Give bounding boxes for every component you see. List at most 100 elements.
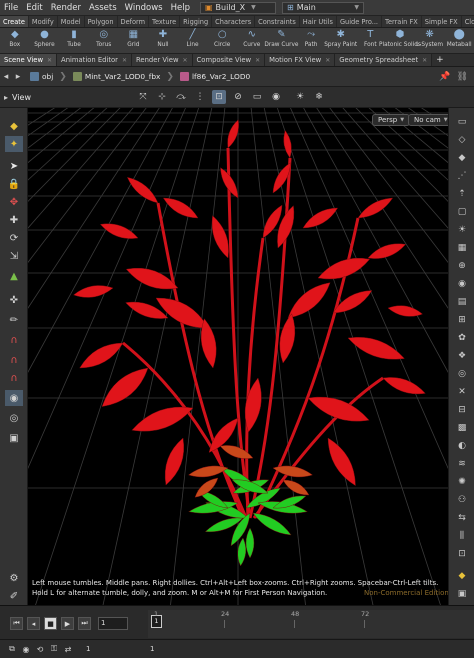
back-arrow-icon[interactable]: ◂: [0, 72, 12, 82]
bookmark-icon[interactable]: ▣: [453, 586, 471, 601]
shelf-tab[interactable]: Deform: [118, 16, 150, 27]
range-start-field[interactable]: 1: [86, 643, 90, 655]
path-crumb-node1[interactable]: Mint_Var2_LOD0_fbx: [67, 70, 167, 84]
shelf-tab[interactable]: Polygon: [85, 16, 118, 27]
guide-icon[interactable]: ⊕: [453, 258, 471, 273]
snap-grid-icon[interactable]: ⊹: [155, 90, 169, 104]
points-icon[interactable]: ⋰: [453, 168, 471, 183]
snap-multi-icon[interactable]: ⊡: [212, 90, 226, 104]
light-icon[interactable]: ☀: [453, 222, 471, 237]
range-end-field[interactable]: 1: [150, 643, 154, 655]
flipbook-icon[interactable]: ▣: [5, 430, 23, 446]
wireframe-icon[interactable]: ◇: [453, 132, 471, 147]
xray-icon[interactable]: ✕: [453, 384, 471, 399]
shadow-icon[interactable]: ◐: [453, 438, 471, 453]
template-icon[interactable]: ✿: [453, 330, 471, 345]
shelf-tool-tube[interactable]: ▮ Tube: [59, 28, 89, 53]
path-crumb-node2[interactable]: lf86_Var2_LOD0: [174, 70, 256, 84]
select-mode-icon[interactable]: ◆: [5, 118, 23, 134]
flip-icon[interactable]: ⇆: [453, 510, 471, 525]
close-icon[interactable]: ✕: [183, 57, 188, 64]
shelf-tab[interactable]: Terrain FX: [382, 16, 422, 27]
menu-edit[interactable]: Edit: [22, 3, 46, 13]
desktop-dropdown[interactable]: ▣ Build_X ▼: [199, 1, 276, 14]
shaded-icon[interactable]: ◆: [453, 150, 471, 165]
rotate-icon[interactable]: ⟳: [5, 230, 23, 246]
shelf-tool-draw-curve[interactable]: ✎ Draw Curve: [264, 28, 298, 53]
no-snap-icon[interactable]: ⊘: [231, 90, 245, 104]
close-icon[interactable]: ✕: [255, 57, 260, 64]
shelf-tool-curve[interactable]: ∿ Curve: [237, 28, 267, 53]
magnet-alt-icon[interactable]: ∩: [5, 352, 23, 368]
handle-icon[interactable]: ✜: [5, 292, 23, 308]
pane-tab[interactable]: Geometry Spreadsheet ✕: [335, 54, 433, 66]
add-tab-icon[interactable]: +: [432, 54, 448, 66]
shelf-tab[interactable]: Rigging: [180, 16, 213, 27]
close-icon[interactable]: ✕: [122, 57, 127, 64]
scale-icon[interactable]: ⇲: [5, 248, 23, 264]
view-arrow-icon[interactable]: ▸: [4, 93, 8, 102]
close-icon[interactable]: ✕: [47, 57, 52, 64]
menu-windows[interactable]: Windows: [121, 3, 167, 13]
hdr-icon[interactable]: ✺: [453, 474, 471, 489]
shelf-tool-spray-paint[interactable]: ✱ Spray Paint: [324, 28, 357, 53]
shelf-tool-grid[interactable]: ▦ Grid: [119, 28, 149, 53]
bounce-icon[interactable]: ⇄: [62, 643, 74, 655]
snap-point-icon[interactable]: ⋮: [193, 90, 207, 104]
timeline-ruler[interactable]: 1 1 24 48 72: [148, 610, 474, 638]
workspace-dropdown[interactable]: ⊞ Main ▼: [281, 1, 364, 14]
background-icon[interactable]: ▤: [453, 294, 471, 309]
pane-tab[interactable]: Animation Editor ✕: [57, 54, 133, 66]
realtime-toggle-icon[interactable]: ⧉: [6, 643, 18, 655]
jump-end-button[interactable]: ⏭: [78, 617, 91, 630]
fog-icon[interactable]: ≋: [453, 456, 471, 471]
forward-arrow-icon[interactable]: ▸: [12, 72, 24, 82]
shelf-tool-sphere[interactable]: ● Sphere: [30, 28, 60, 53]
layout-icon[interactable]: ⊞: [453, 312, 471, 327]
stereo-icon[interactable]: ⚇: [453, 492, 471, 507]
eyedropper-icon[interactable]: ✐: [5, 588, 23, 604]
jump-start-button[interactable]: ⏮: [10, 617, 23, 630]
menu-file[interactable]: File: [0, 3, 22, 13]
pane-tab[interactable]: Render View ✕: [132, 54, 193, 66]
select-arrow-icon[interactable]: ➤: [5, 158, 23, 174]
shelf-tool-torus[interactable]: ◎ Torus: [89, 28, 119, 53]
pose-icon[interactable]: ▲: [5, 268, 23, 284]
audio-icon[interactable]: ◉: [20, 643, 32, 655]
render-region-icon[interactable]: ▭: [250, 90, 264, 104]
play-button[interactable]: ▶: [61, 617, 74, 630]
lighting-icon[interactable]: ☀: [293, 90, 307, 104]
shelf-tool-l-system[interactable]: ❋ L-System: [415, 28, 445, 53]
lock-icon[interactable]: 🔒: [5, 176, 23, 192]
snapshot-icon[interactable]: ◆: [453, 568, 471, 583]
shelf-tool-metaball[interactable]: ⬤ Metaball: [444, 28, 474, 53]
ghost-icon[interactable]: ❖: [453, 348, 471, 363]
pane-tab[interactable]: Motion FX View ✕: [265, 54, 336, 66]
persp-dropdown[interactable]: Persp ▼: [372, 114, 411, 126]
grid-toggle-icon[interactable]: ▦: [453, 240, 471, 255]
loop-icon[interactable]: ⟲: [34, 643, 46, 655]
path-crumb-root[interactable]: obj: [24, 70, 59, 84]
bounding-box-icon[interactable]: ▢: [453, 204, 471, 219]
shelf-tab[interactable]: Texture: [149, 16, 181, 27]
shelf-tool-line[interactable]: ╱ Line: [178, 28, 208, 53]
snap-icon[interactable]: ⤧: [136, 90, 150, 104]
menu-render[interactable]: Render: [47, 3, 85, 13]
pin-view-icon[interactable]: ⊡: [453, 546, 471, 561]
pane-tab[interactable]: Composite View ✕: [192, 54, 266, 66]
shelf-tab[interactable]: Modify: [29, 16, 58, 27]
snap-curve-icon[interactable]: ⤼: [174, 90, 188, 104]
magnet-icon[interactable]: ∩: [5, 332, 23, 348]
render-icon[interactable]: ◎: [5, 410, 23, 426]
shelf-tab[interactable]: Cloud FX: [462, 16, 474, 27]
shelf-tool-platonic-solids[interactable]: ⬢ Platonic Solids: [379, 28, 421, 53]
texture-icon[interactable]: ▩: [453, 420, 471, 435]
stop-button[interactable]: ■: [44, 617, 57, 630]
display-options-icon[interactable]: ❄: [312, 90, 326, 104]
camera-dropdown[interactable]: No cam ▼: [408, 114, 448, 126]
magnet-peak-icon[interactable]: ∩: [5, 370, 23, 386]
menu-assets[interactable]: Assets: [85, 3, 121, 13]
object-mode-icon[interactable]: ✦: [5, 136, 23, 152]
pane-tab[interactable]: Scene View ✕: [0, 54, 58, 66]
view-tool-icon[interactable]: ◉: [5, 390, 23, 406]
